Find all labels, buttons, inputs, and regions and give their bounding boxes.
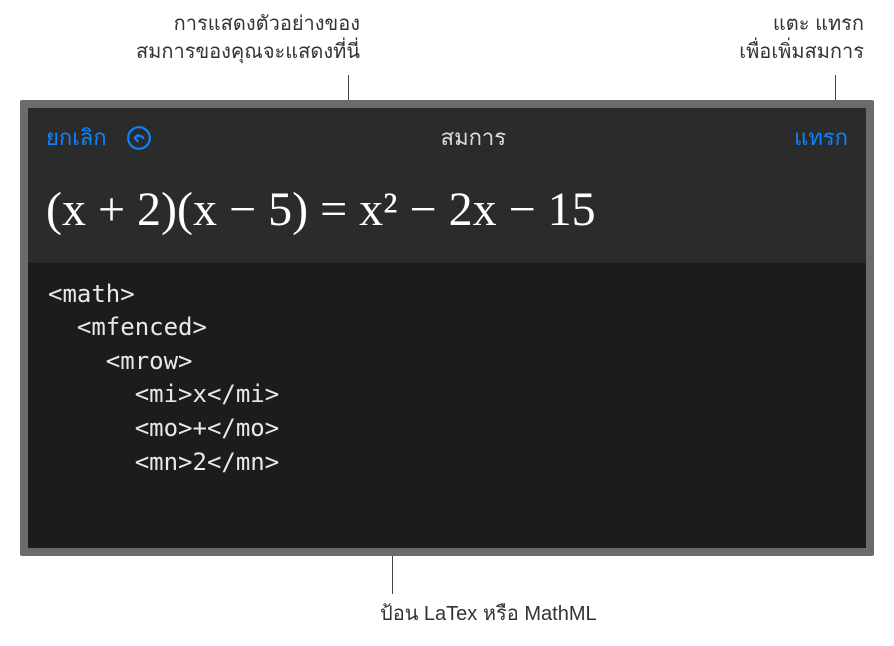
equation-preview: (x + 2)(x − 5) = x² − 2x − 15 [28, 169, 866, 264]
undo-icon[interactable] [125, 124, 153, 152]
callout-preview: การแสดงตัวอย่างของสมการของคุณจะแสดงที่นี… [60, 10, 360, 66]
dialog-container: ยกเลิก สมการ แทรก (x + 2)(x − 5) = x² − … [20, 100, 874, 556]
header-left: ยกเลิก [46, 120, 153, 155]
insert-button[interactable]: แทรก [794, 120, 848, 155]
callout-insert: แตะ แทรกเพื่อเพิ่มสมการ [664, 10, 864, 66]
cancel-button[interactable]: ยกเลิก [46, 120, 107, 155]
equation-editor[interactable]: <math> <mfenced> <mrow> <mi>x</mi> <mo>+… [28, 264, 866, 548]
equation-dialog: ยกเลิก สมการ แทรก (x + 2)(x − 5) = x² − … [28, 108, 866, 548]
dialog-title: สมการ [441, 120, 506, 155]
callout-input: ป้อน LaTex หรือ MathML [380, 600, 680, 628]
dialog-header: ยกเลิก สมการ แทรก [28, 108, 866, 169]
equation-rendered: (x + 2)(x − 5) = x² − 2x − 15 [46, 183, 596, 236]
